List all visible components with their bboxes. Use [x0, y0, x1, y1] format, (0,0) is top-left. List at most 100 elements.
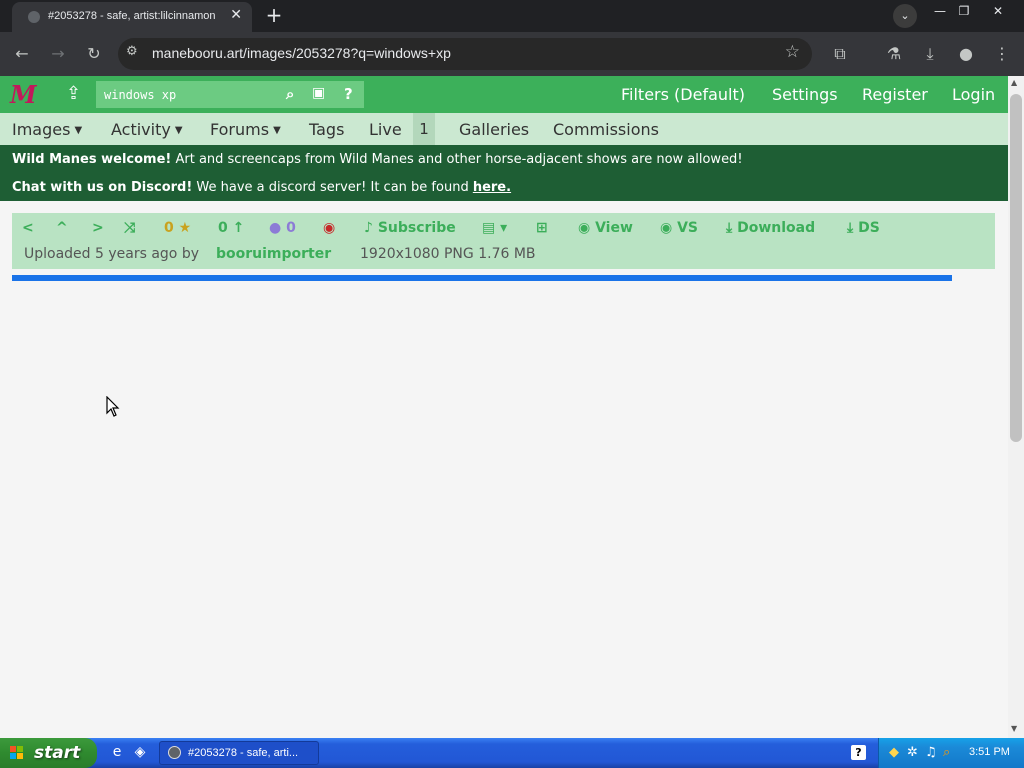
- download-icon[interactable]: ⤓: [918, 42, 942, 66]
- ds-button[interactable]: ⤓ DS: [847, 220, 880, 236]
- site-info-icon[interactable]: ⚙: [126, 44, 138, 59]
- taskbar-window-title: #2053278 - safe, arti...: [188, 747, 299, 759]
- address-bar[interactable]: ⚙ manebooru.art/images/2053278?q=windows…: [118, 38, 812, 70]
- settings-link[interactable]: Settings: [772, 85, 838, 104]
- upvote-count: 0: [218, 220, 228, 236]
- chevron-down-icon: ▼: [74, 125, 83, 136]
- image-options-dropdown[interactable]: ▤ ▾: [482, 220, 507, 236]
- tab-search-icon[interactable]: ⌄: [893, 4, 917, 28]
- view-label: View: [595, 220, 633, 236]
- upvote-button[interactable]: 0 ↑: [218, 220, 244, 236]
- ds-label: DS: [858, 220, 880, 236]
- extensions-icon[interactable]: ⧉: [828, 42, 852, 66]
- scroll-down-arrow-icon[interactable]: ▼: [1011, 724, 1017, 733]
- image-dimensions: 1920x1080 PNG 1.76 MB: [360, 246, 536, 262]
- restore-button[interactable]: ❐: [952, 2, 976, 20]
- notice-title: Chat with us on Discord!: [12, 180, 193, 195]
- new-tab-button[interactable]: +: [262, 3, 286, 27]
- register-link[interactable]: Register: [862, 85, 928, 104]
- network-icon[interactable]: ✲: [907, 745, 918, 760]
- subscribe-button[interactable]: ♪ Subscribe: [364, 220, 456, 236]
- related-sitemap-icon[interactable]: ⊞: [536, 220, 548, 236]
- taskbar-chrome-window[interactable]: #2053278 - safe, arti...: [159, 741, 319, 765]
- download-label: Download: [737, 220, 816, 236]
- notice-discord: Chat with us on Discord! We have a disco…: [12, 180, 511, 195]
- profile-icon[interactable]: ●: [954, 42, 978, 66]
- scroll-up-arrow-icon[interactable]: ▲: [1011, 78, 1017, 87]
- fave-button[interactable]: 0 ★: [164, 220, 191, 236]
- notice-text: Art and screencaps from Wild Manes and o…: [171, 152, 743, 167]
- browser-tab-strip: #2053278 - safe, artist:lilcinnamon ✕ + …: [0, 0, 1024, 32]
- download-icon: ⤓: [847, 220, 854, 236]
- windows-flag-icon: [10, 746, 23, 759]
- filters-link[interactable]: Filters (Default): [621, 85, 745, 104]
- search-icon[interactable]: ⌕: [286, 85, 294, 103]
- tab-title: #2053278 - safe, artist:lilcinnamon: [48, 10, 216, 22]
- search-input[interactable]: [96, 81, 280, 108]
- up-to-list-icon[interactable]: ^: [56, 220, 68, 236]
- help-icon[interactable]: ?: [344, 85, 353, 103]
- previous-image-icon[interactable]: <: [22, 220, 34, 236]
- arrow-up-icon: ↑: [232, 220, 245, 236]
- random-shuffle-icon[interactable]: ⤨: [124, 220, 135, 236]
- back-icon[interactable]: ←: [10, 42, 34, 66]
- subscribe-label: Subscribe: [377, 220, 456, 236]
- search-icon[interactable]: ⌕: [943, 745, 950, 760]
- vs-button[interactable]: ◉ VS: [660, 220, 698, 236]
- vs-label: VS: [677, 220, 699, 236]
- browser-tab[interactable]: #2053278 - safe, artist:lilcinnamon ✕: [12, 2, 252, 32]
- tab-close-icon[interactable]: ✕: [230, 7, 242, 23]
- close-window-button[interactable]: ✕: [986, 2, 1010, 20]
- eye-icon: ◉: [578, 220, 591, 236]
- bookmark-star-icon[interactable]: ☆: [785, 42, 800, 62]
- nav-forums-label: Forums: [210, 120, 270, 139]
- forward-icon[interactable]: →: [46, 42, 70, 66]
- browser-toolbar: ← → ↻ ⚙ manebooru.art/images/2053278?q=w…: [0, 32, 1024, 76]
- upload-icon[interactable]: ⇪: [66, 83, 81, 104]
- reload-icon[interactable]: ↻: [82, 42, 106, 66]
- notice-wild-manes: Wild Manes welcome! Art and screencaps f…: [12, 152, 743, 167]
- chevron-down-icon: ▼: [273, 125, 281, 136]
- nav-commissions[interactable]: Commissions: [553, 120, 659, 139]
- nav-forums[interactable]: Forums ▼: [210, 120, 281, 139]
- download-button[interactable]: ⤓ Download: [726, 220, 815, 236]
- next-image-icon[interactable]: >: [92, 220, 104, 236]
- nav-activity[interactable]: Activity ▼: [111, 120, 183, 139]
- site-notices: Wild Manes welcome! Art and screencaps f…: [0, 145, 1008, 201]
- login-link[interactable]: Login: [952, 85, 995, 104]
- nav-live[interactable]: Live: [369, 120, 402, 139]
- hide-eye-icon[interactable]: ◉: [323, 220, 335, 236]
- labs-flask-icon[interactable]: ⚗: [882, 42, 906, 66]
- favicon-icon: [28, 11, 40, 23]
- loading-progress-bar: [12, 275, 952, 281]
- notice-title: Wild Manes welcome!: [12, 152, 172, 167]
- discord-link[interactable]: here.: [473, 180, 511, 195]
- start-label: start: [34, 743, 81, 763]
- chrome-icon: [168, 746, 181, 759]
- quick-launch-icon[interactable]: ◈: [131, 744, 149, 762]
- start-button[interactable]: start: [0, 738, 97, 768]
- search-box: ⌕ ▣ ?: [96, 81, 364, 108]
- eye-icon: ◉: [660, 220, 673, 236]
- site-nav: Images ▼ Activity ▼ Forums ▼ Tags Live 1 Ga…: [0, 113, 1008, 145]
- nav-galleries[interactable]: Galleries: [459, 120, 529, 139]
- volume-icon[interactable]: ♫: [925, 745, 937, 760]
- security-shield-icon[interactable]: ◆: [889, 745, 899, 760]
- menu-kebab-icon[interactable]: ⋮: [990, 42, 1014, 66]
- comments-button[interactable]: ● 0: [269, 220, 296, 236]
- camera-icon[interactable]: ▣: [312, 85, 325, 101]
- page-scrollbar[interactable]: ▲ ▼: [1008, 76, 1024, 738]
- image-icon: ▤: [482, 220, 496, 236]
- url-text[interactable]: manebooru.art/images/2053278?q=windows+x…: [152, 45, 451, 61]
- view-button[interactable]: ◉ View: [578, 220, 633, 236]
- nav-tags[interactable]: Tags: [309, 120, 344, 139]
- uploader-link[interactable]: booruimporter: [216, 246, 331, 262]
- help-icon[interactable]: ?: [851, 745, 866, 760]
- minimize-button[interactable]: —: [928, 2, 952, 20]
- scroll-thumb[interactable]: [1010, 94, 1022, 442]
- internet-explorer-icon[interactable]: e: [108, 744, 126, 762]
- live-count-badge[interactable]: 1: [413, 113, 435, 145]
- site-logo[interactable]: M: [10, 80, 37, 109]
- nav-images[interactable]: Images ▼: [12, 120, 82, 139]
- fave-count: 0: [164, 220, 174, 236]
